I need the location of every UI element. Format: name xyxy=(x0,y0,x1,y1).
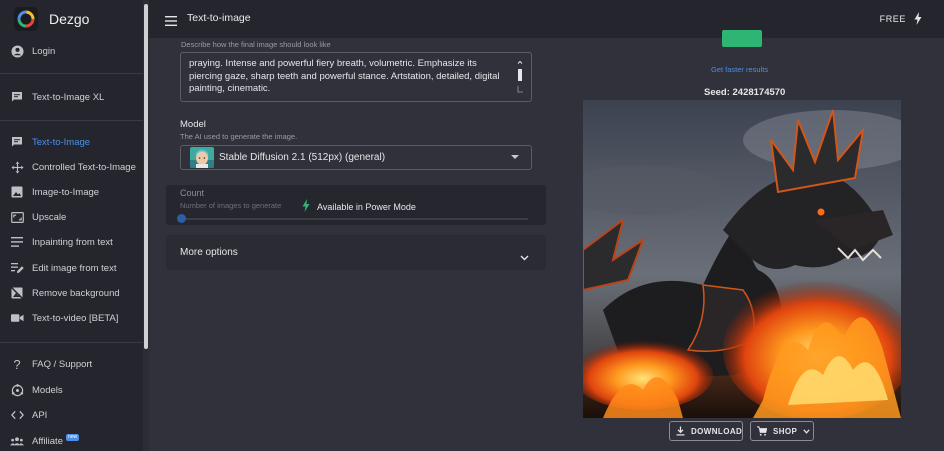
sidebar-item-text-to-video[interactable]: Text-to-video [BETA] xyxy=(0,307,143,329)
divider xyxy=(0,73,143,74)
sidebar-item-label: Remove background xyxy=(32,287,120,299)
sidebar-item-edit-image[interactable]: Edit image from text xyxy=(0,257,143,279)
app-name: Dezgo xyxy=(49,11,90,27)
generated-image[interactable] xyxy=(583,100,901,418)
sidebar-item-login[interactable]: Login xyxy=(0,40,143,62)
sidebar-item-api[interactable]: API xyxy=(0,404,143,426)
count-slider-thumb[interactable] xyxy=(177,214,186,223)
divider xyxy=(0,342,143,343)
model-select[interactable]: Stable Diffusion 2.1 (512px) (general) xyxy=(180,145,532,170)
seed-label: Seed: 2428174570 xyxy=(704,87,786,98)
sidebar-item-remove-background[interactable]: Remove background xyxy=(0,282,143,304)
count-label: Count xyxy=(180,188,205,198)
sidebar-item-upscale[interactable]: Upscale xyxy=(0,206,143,228)
count-help-text: Number of images to generate xyxy=(180,201,282,210)
new-badge: new xyxy=(65,433,80,441)
sidebar-item-label: Image-to-Image xyxy=(32,186,100,198)
shop-label: SHOP xyxy=(773,426,798,436)
sidebar-item-inpainting[interactable]: Inpainting from text xyxy=(0,231,143,253)
sidebar-item-label: API xyxy=(32,409,48,421)
dezgo-logo xyxy=(14,7,38,31)
chevron-down-icon xyxy=(803,428,810,434)
sidebar-item-label: FAQ / Support xyxy=(32,358,93,370)
sidebar-item-label: Models xyxy=(32,384,63,396)
image-icon xyxy=(10,185,24,199)
bolt-icon[interactable] xyxy=(914,12,922,30)
bolt-icon xyxy=(302,199,310,214)
sidebar-item-label: Affiliate xyxy=(32,435,63,447)
plan-label[interactable]: FREE xyxy=(880,14,906,24)
sidebar-item-image-to-image[interactable]: Image-to-Image xyxy=(0,181,143,203)
power-mode-notice[interactable]: Available in Power Mode xyxy=(302,199,416,214)
dropdown-caret-icon xyxy=(511,155,519,159)
prompt-help-text: Describe how the final image should look… xyxy=(181,40,331,49)
top-bar: Text-to-image FREE xyxy=(149,0,944,38)
sidebar-item-label: Inpainting from text xyxy=(32,236,113,248)
groups-icon xyxy=(10,434,24,448)
download-icon xyxy=(676,426,685,436)
count-slider-track[interactable] xyxy=(180,218,528,220)
cart-icon xyxy=(757,426,767,436)
page-title: Text-to-image xyxy=(187,12,251,24)
chat-bubble-icon xyxy=(10,90,24,104)
menu-icon[interactable] xyxy=(165,13,177,31)
sidebar-item-faq[interactable]: ? FAQ / Support xyxy=(0,353,143,375)
count-section: Count Number of images to generate Avail… xyxy=(166,185,546,225)
chevron-down-icon xyxy=(520,248,529,266)
help-icon: ? xyxy=(13,356,21,372)
power-mode-label: Available in Power Mode xyxy=(317,201,416,212)
faster-results-link[interactable]: Get faster results xyxy=(711,65,768,74)
prompt-textarea[interactable]: praying. Intense and powerful fiery brea… xyxy=(180,52,532,102)
sidebar-item-label: Controlled Text-to-Image xyxy=(32,161,136,173)
sidebar: Dezgo Login Text-to-Image XL Text-to-Ima… xyxy=(0,0,149,451)
sidebar-item-models[interactable]: Models xyxy=(0,379,143,401)
shop-button[interactable]: SHOP xyxy=(750,421,814,441)
more-options-accordion[interactable]: More options xyxy=(166,235,546,270)
brand[interactable]: Dezgo xyxy=(14,6,89,32)
model-help-text: The AI used to generate the image. xyxy=(180,132,298,141)
hub-icon xyxy=(10,383,24,397)
sidebar-item-affiliate[interactable]: Affiliate new xyxy=(0,430,143,451)
sidebar-item-label: Text-to-Image xyxy=(32,136,91,148)
sidebar-item-label: Edit image from text xyxy=(32,262,117,274)
model-label: Model xyxy=(180,119,206,130)
account-circle-icon xyxy=(10,44,24,58)
sidebar-item-label: Upscale xyxy=(32,211,67,223)
download-button[interactable]: DOWNLOAD xyxy=(669,421,743,441)
run-button[interactable] xyxy=(722,30,762,47)
hide-image-icon xyxy=(10,286,24,300)
subject-icon xyxy=(10,235,24,249)
edit-note-icon xyxy=(10,261,24,275)
sidebar-item-label: Text-to-video [BETA] xyxy=(32,312,119,324)
model-thumbnail xyxy=(190,147,214,168)
aspect-ratio-icon xyxy=(10,210,24,224)
sidebar-item-text-to-image-xl[interactable]: Text-to-Image XL xyxy=(0,86,143,108)
divider xyxy=(0,120,143,121)
prompt-scrollbar[interactable] xyxy=(517,60,523,94)
download-label: DOWNLOAD xyxy=(691,426,743,436)
more-options-label: More options xyxy=(180,247,238,258)
prompt-value[interactable]: praying. Intense and powerful fiery brea… xyxy=(189,58,505,96)
move-icon xyxy=(10,160,24,174)
videocam-icon xyxy=(10,311,24,325)
sidebar-item-label: Login xyxy=(32,45,56,57)
code-icon xyxy=(10,408,24,422)
sidebar-item-controlled-text-to-image[interactable]: Controlled Text-to-Image xyxy=(0,156,143,178)
sidebar-scrollbar-thumb[interactable] xyxy=(144,4,148,349)
sidebar-item-label: Text-to-Image XL xyxy=(32,91,105,103)
chat-bubble-icon xyxy=(10,135,24,149)
model-selected-value: Stable Diffusion 2.1 (512px) (general) xyxy=(219,152,386,163)
sidebar-item-text-to-image[interactable]: Text-to-Image xyxy=(0,131,143,153)
